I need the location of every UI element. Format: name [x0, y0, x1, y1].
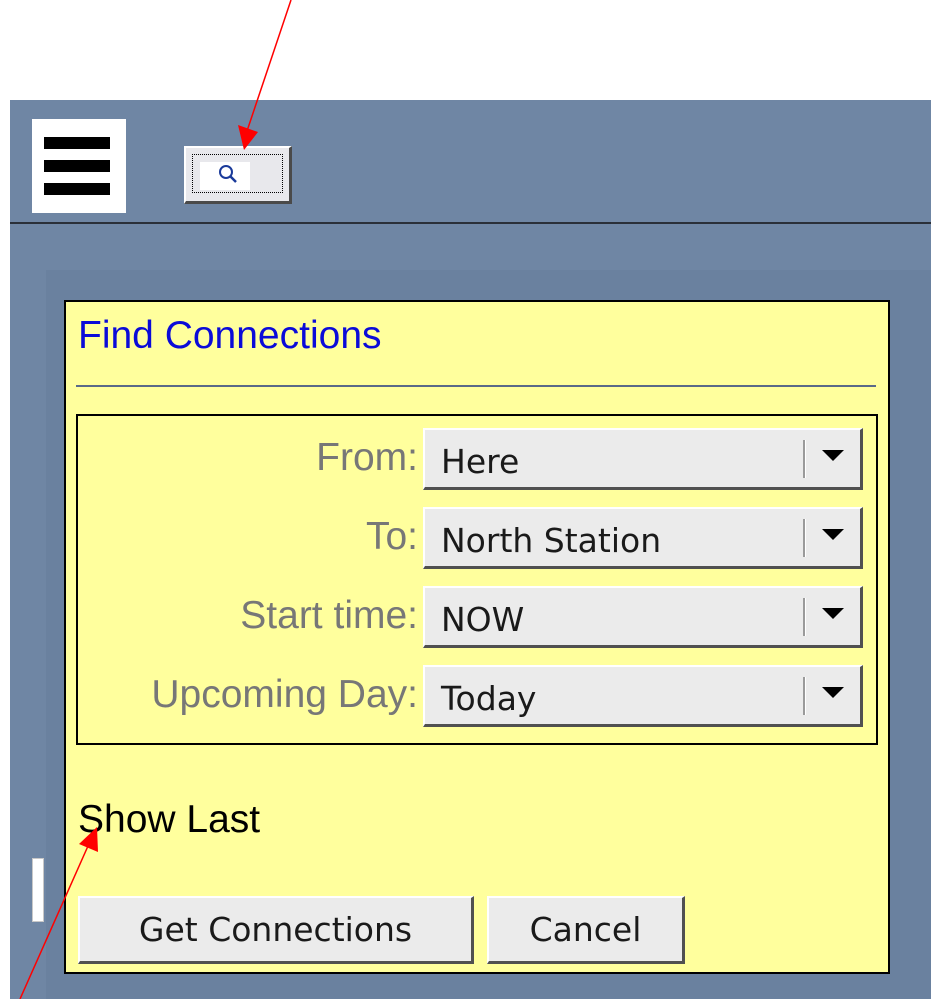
field-row-from: From: Here	[78, 428, 876, 490]
hamburger-menu-button[interactable]	[32, 119, 126, 213]
to-dropdown[interactable]: North Station	[423, 507, 863, 569]
start-time-value: NOW	[441, 600, 525, 639]
dropdown-separator	[803, 598, 806, 636]
to-label: To:	[365, 515, 418, 558]
app-window: Find Connections From: Here To: North St…	[10, 100, 931, 999]
search-fields-group: From: Here To: North Station Start time:	[76, 414, 878, 745]
dropdown-separator	[803, 519, 806, 557]
dropdown-arrow-icon	[822, 687, 844, 698]
start-time-dropdown[interactable]: NOW	[423, 586, 863, 648]
magnifier-icon	[219, 165, 237, 183]
field-row-start-time: Start time: NOW	[78, 586, 876, 648]
dropdown-separator	[803, 677, 806, 715]
from-label: From:	[316, 436, 418, 479]
search-button[interactable]	[184, 146, 292, 204]
upcoming-day-value: Today	[441, 679, 537, 718]
from-value: Here	[441, 442, 520, 481]
upcoming-day-dropdown[interactable]: Today	[423, 665, 863, 727]
cancel-button[interactable]: Cancel	[487, 896, 685, 964]
from-dropdown[interactable]: Here	[423, 428, 863, 490]
to-value: North Station	[441, 521, 662, 560]
top-toolbar	[10, 100, 931, 224]
scrollbar-thumb[interactable]	[32, 858, 44, 922]
dropdown-separator	[803, 440, 806, 478]
get-connections-button[interactable]: Get Connections	[78, 896, 474, 964]
dropdown-arrow-icon	[822, 529, 844, 540]
show-last-link[interactable]: Show Last	[78, 798, 260, 842]
dropdown-arrow-icon	[822, 450, 844, 461]
title-divider	[76, 385, 876, 387]
dropdown-arrow-icon	[822, 608, 844, 619]
find-connections-dialog: Find Connections From: Here To: North St…	[64, 300, 890, 974]
upcoming-day-label: Upcoming Day:	[151, 673, 418, 716]
field-row-to: To: North Station	[78, 507, 876, 569]
field-row-upcoming-day: Upcoming Day: Today	[78, 665, 876, 727]
start-time-label: Start time:	[240, 594, 418, 637]
dialog-title: Find Connections	[78, 314, 382, 357]
